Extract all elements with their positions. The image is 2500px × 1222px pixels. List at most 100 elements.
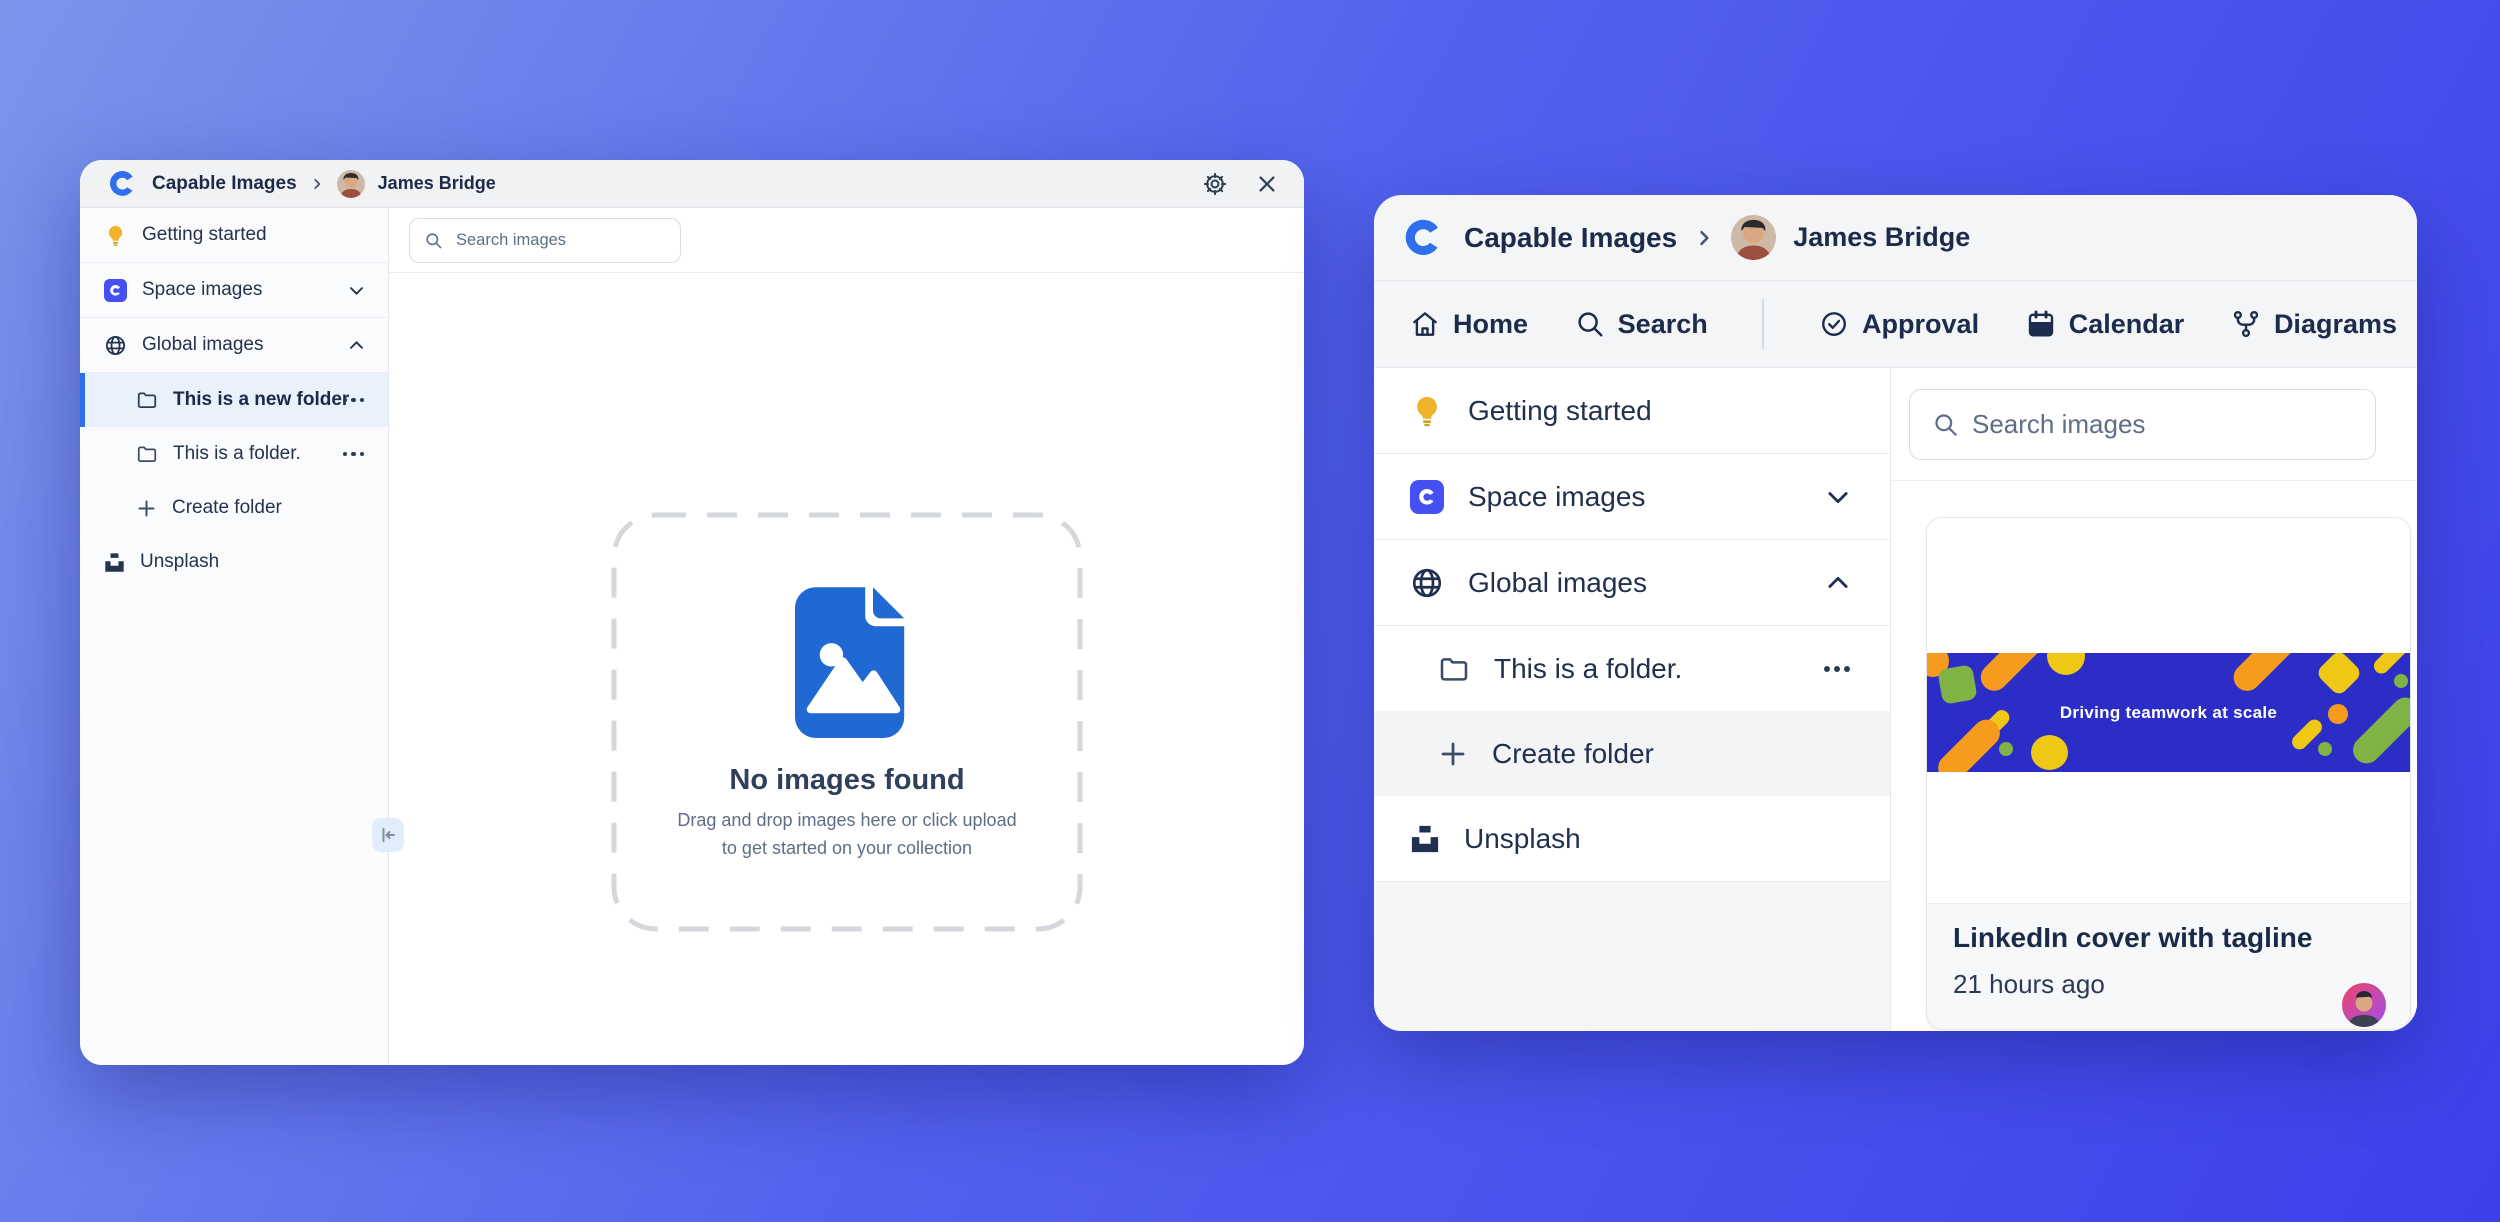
top-navigation: Home Search Approval Calendar: [1374, 281, 2417, 368]
breadcrumb-chevron-icon: [310, 177, 324, 191]
lightbulb-icon: [1410, 394, 1444, 428]
chevron-up-icon: [1824, 569, 1852, 597]
nav-approval[interactable]: Approval: [1819, 309, 1979, 340]
sidebar-item-global-images[interactable]: Global images: [80, 318, 388, 372]
breadcrumb-chevron-icon: [1694, 228, 1714, 248]
search-icon: [1932, 411, 1959, 438]
capable-logo-icon: [106, 167, 139, 200]
globe-icon: [1410, 566, 1444, 600]
space-logo-icon: [104, 279, 127, 302]
desktop-background: { "colors": { "background_gradient_start…: [0, 0, 2500, 1222]
search-input[interactable]: [1970, 408, 2353, 441]
titlebar: Capable Images James Bridge: [1374, 195, 2417, 281]
image-card-footer: LinkedIn cover with tagline 21 hours ago: [1927, 903, 2410, 1030]
space-logo-icon: [1410, 480, 1444, 514]
folder-label: This is a folder.: [1494, 653, 1798, 685]
image-timestamp: 21 hours ago: [1953, 969, 2384, 1000]
search-icon: [424, 231, 443, 250]
capable-images-window-small: Capable Images James Bridge Getting star…: [80, 160, 1304, 1065]
sidebar-item-space-images[interactable]: Space images: [80, 263, 388, 317]
breadcrumb-user[interactable]: James Bridge: [1793, 222, 1970, 253]
unsplash-icon: [104, 552, 125, 573]
lightbulb-icon: [104, 224, 127, 247]
capable-images-window-large: Capable Images James Bridge Home Search: [1374, 195, 2417, 1031]
unsplash-icon: [1410, 824, 1440, 854]
sidebar-folder-plain[interactable]: This is a folder.: [1374, 626, 1890, 711]
nav-search[interactable]: Search: [1575, 309, 1708, 340]
breadcrumb-user[interactable]: James Bridge: [378, 173, 496, 194]
search-input[interactable]: [454, 230, 666, 251]
sidebar-item-label: Getting started: [1468, 395, 1852, 427]
folder-icon: [136, 389, 158, 411]
image-card[interactable]: Driving teamwork at scale LinkedIn cover…: [1926, 517, 2411, 1030]
close-icon[interactable]: [1256, 173, 1278, 195]
image-content-area: No images found Drag and drop images her…: [389, 273, 1304, 1065]
nav-divider: [1762, 299, 1764, 349]
kebab-menu-icon[interactable]: [341, 448, 367, 461]
sidebar: Getting started Space images Global imag…: [1374, 368, 1891, 1031]
user-avatar: [337, 170, 365, 198]
folder-label: This is a folder.: [173, 443, 326, 465]
sidebar-folder-plain[interactable]: This is a folder.: [80, 427, 388, 481]
nav-home[interactable]: Home: [1410, 309, 1528, 340]
sidebar-item-unsplash[interactable]: Unsplash: [1374, 796, 1890, 881]
nav-diagrams[interactable]: Diagrams: [2231, 309, 2397, 340]
folder-icon: [136, 443, 158, 465]
user-avatar: [1731, 215, 1776, 260]
banner-tagline: Driving teamwork at scale: [1927, 653, 2410, 772]
sidebar-empty-area: [1374, 882, 1890, 1031]
settings-icon[interactable]: [1202, 171, 1228, 197]
sidebar-create-folder[interactable]: Create folder: [80, 481, 388, 535]
sidebar-item-global-images[interactable]: Global images: [1374, 540, 1890, 625]
breadcrumb-app[interactable]: Capable Images: [1464, 222, 1677, 254]
sidebar-item-getting-started[interactable]: Getting started: [1374, 368, 1890, 453]
collapse-sidebar-button[interactable]: [372, 818, 404, 852]
image-title: LinkedIn cover with tagline: [1953, 922, 2384, 954]
search-input-wrapper[interactable]: [1909, 389, 2376, 460]
search-input-wrapper[interactable]: [409, 218, 681, 263]
uploader-avatar: [2342, 983, 2386, 1027]
search-bar-strip: [389, 208, 1304, 273]
globe-icon: [104, 334, 127, 357]
linkedin-cover-banner: Driving teamwork at scale: [1927, 653, 2410, 772]
folder-icon: [1438, 653, 1470, 685]
sidebar-create-folder[interactable]: Create folder: [1374, 711, 1890, 796]
upload-dropzone[interactable]: No images found Drag and drop images her…: [611, 512, 1083, 932]
folder-label: This is a new folder: [173, 389, 326, 411]
sidebar-folder-new[interactable]: This is a new folder: [80, 373, 388, 427]
calendar-icon: [2026, 309, 2056, 339]
chevron-down-icon: [347, 281, 366, 300]
kebab-menu-icon[interactable]: [341, 394, 367, 407]
unsplash-label: Unsplash: [1464, 823, 1852, 855]
chevron-up-icon: [347, 336, 366, 355]
check-circle-icon: [1819, 309, 1849, 339]
chevron-down-icon: [1824, 483, 1852, 511]
image-gallery-area: Driving teamwork at scale LinkedIn cover…: [1891, 481, 2417, 1031]
create-folder-label: Create folder: [172, 497, 366, 519]
sidebar-item-label: Space images: [1468, 481, 1800, 513]
breadcrumb-app[interactable]: Capable Images: [152, 173, 297, 195]
sidebar-item-label: Global images: [1468, 567, 1800, 599]
sidebar-item-label: Global images: [142, 334, 332, 356]
nav-calendar[interactable]: Calendar: [2026, 309, 2185, 340]
unsplash-label: Unsplash: [140, 551, 366, 573]
search-bar-strip: [1891, 368, 2417, 481]
kebab-menu-icon[interactable]: [1822, 662, 1852, 676]
create-folder-label: Create folder: [1492, 738, 1852, 770]
diagram-fork-icon: [2231, 309, 2261, 339]
plus-icon: [1438, 739, 1468, 769]
home-icon: [1410, 309, 1440, 339]
sidebar-item-label: Getting started: [142, 224, 366, 246]
image-preview: Driving teamwork at scale: [1927, 518, 2410, 903]
sidebar-item-unsplash[interactable]: Unsplash: [80, 535, 388, 589]
sidebar-item-space-images[interactable]: Space images: [1374, 454, 1890, 539]
sidebar-item-label: Space images: [142, 279, 332, 301]
search-icon: [1575, 309, 1605, 339]
dashed-border: [611, 512, 1083, 932]
main-panel: Driving teamwork at scale LinkedIn cover…: [1891, 368, 2417, 1031]
sidebar: Getting started Space images Global imag…: [80, 208, 389, 1065]
sidebar-item-getting-started[interactable]: Getting started: [80, 208, 388, 262]
titlebar: Capable Images James Bridge: [80, 160, 1304, 208]
plus-icon: [136, 498, 157, 519]
capable-logo-icon: [1400, 214, 1447, 261]
